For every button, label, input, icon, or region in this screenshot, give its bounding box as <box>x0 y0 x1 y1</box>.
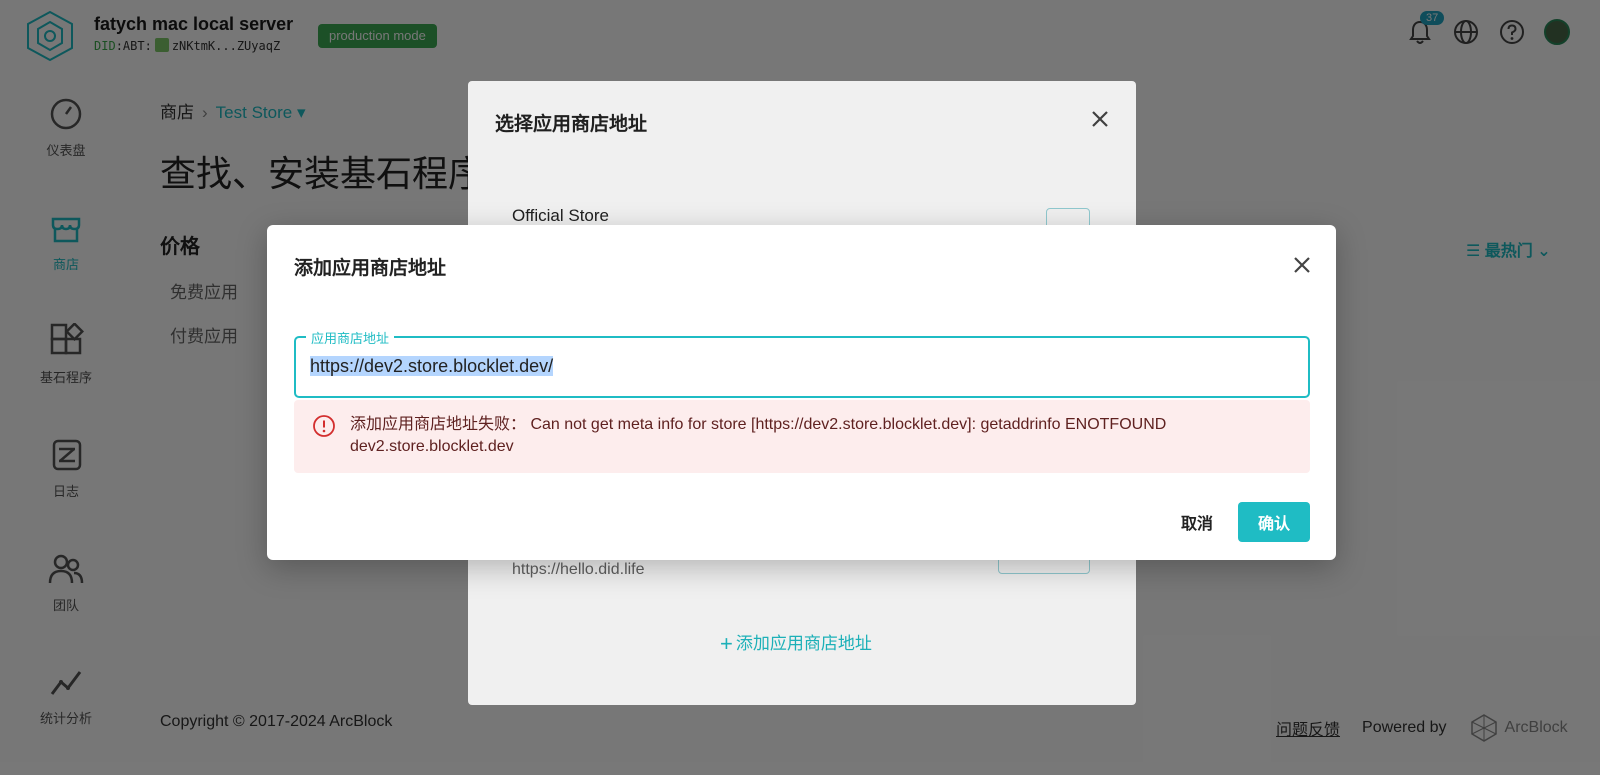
store-url-field-label: 应用商店地址 <box>306 328 395 347</box>
cancel-button[interactable]: 取消 <box>1169 502 1225 542</box>
error-icon <box>313 415 335 437</box>
store-url-value: https://dev2.store.blocklet.dev/ <box>310 356 554 376</box>
add-dialog-title: 添加应用商店地址 <box>294 258 447 279</box>
close-icon[interactable] <box>1290 253 1314 277</box>
error-alert: 添加应用商店地址失败： Can not get meta info for st… <box>294 400 1310 473</box>
add-store-dialog: 添加应用商店地址 应用商店地址 https://dev2.store.block… <box>267 225 1336 560</box>
store-url-input[interactable]: https://dev2.store.blocklet.dev/ <box>310 356 554 377</box>
store-url-field[interactable]: 应用商店地址 https://dev2.store.blocklet.dev/ <box>294 328 1310 398</box>
error-message: 添加应用商店地址失败： Can not get meta info for st… <box>350 416 1167 455</box>
confirm-button[interactable]: 确认 <box>1238 502 1310 542</box>
